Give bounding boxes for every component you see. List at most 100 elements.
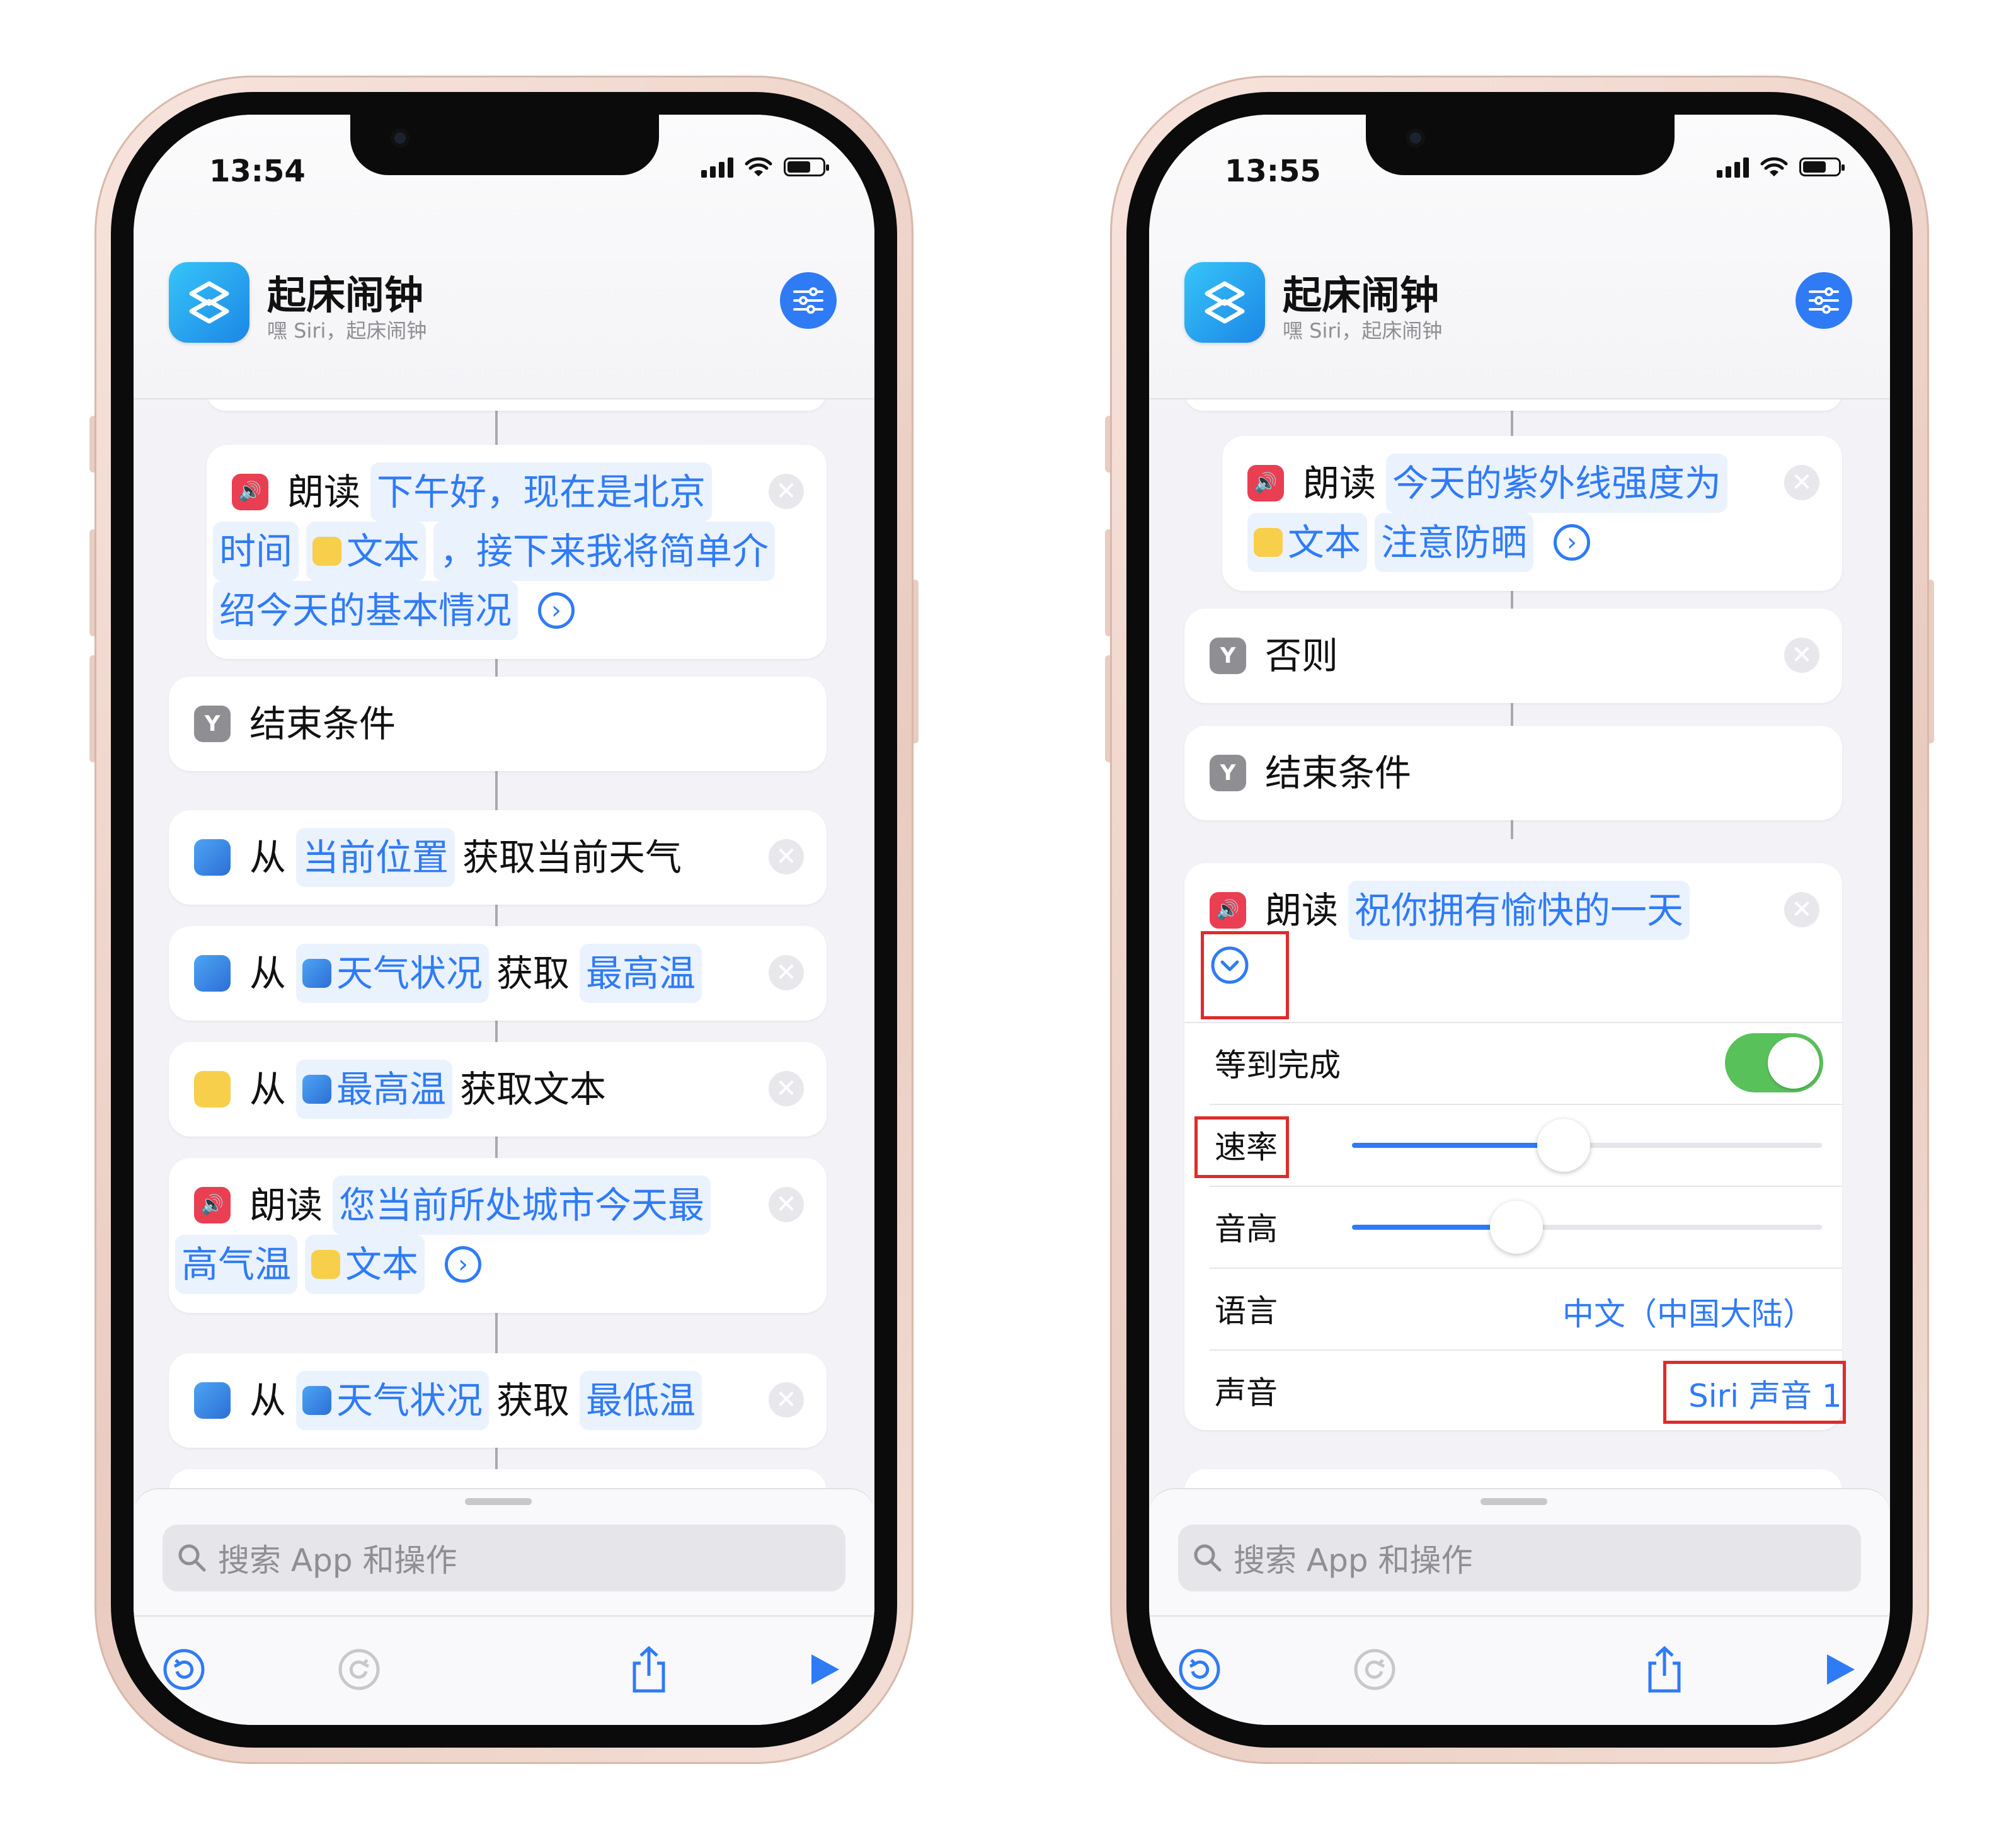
- action-card-get-low[interactable]: 从 天气状况 获取 最低温 ✕: [169, 1353, 827, 1448]
- condition-icon: Y: [1210, 638, 1246, 674]
- action-card-speak-expanded[interactable]: 🔊 朗读 祝你拥有愉快的一天 ✕ 等到完成 速率 音高 语言 中文（中国大陆） …: [1184, 863, 1846, 1430]
- bottom-sheet: 搜索 App 和操作: [1149, 1488, 1890, 1725]
- text-variable-token[interactable]: 文本: [1247, 513, 1368, 572]
- remove-action-icon[interactable]: ✕: [1784, 465, 1819, 500]
- variable-token[interactable]: 天气状况: [296, 1371, 490, 1430]
- variable-label: 最高温: [336, 1068, 447, 1111]
- text-token[interactable]: 绍今天的基本情况: [213, 581, 518, 640]
- pitch-slider[interactable]: [1352, 1201, 1822, 1254]
- voice-label: 声音: [1215, 1375, 1278, 1411]
- text-token[interactable]: 今天的紫外线强度为: [1386, 454, 1728, 513]
- language-row[interactable]: 语言 中文（中国大陆）: [1184, 1268, 1842, 1349]
- action-verb: 从: [249, 1379, 287, 1422]
- action-text: 获取: [496, 1379, 570, 1422]
- action-card-otherwise[interactable]: Y 否则 ✕: [1184, 609, 1842, 703]
- weather-icon: [194, 839, 231, 876]
- rate-slider[interactable]: [1352, 1119, 1822, 1172]
- condition-icon: Y: [194, 706, 231, 742]
- pitch-thumb[interactable]: [1490, 1201, 1544, 1254]
- action-card-get-text[interactable]: 从 最高温 获取文本 ✕: [169, 1042, 827, 1137]
- rate-thumb[interactable]: [1537, 1119, 1590, 1172]
- action-card-get-weather[interactable]: 从 当前位置 获取当前天气 ✕: [169, 810, 827, 905]
- text-variable-token[interactable]: 文本: [305, 1235, 425, 1294]
- shortcuts-icon[interactable]: [169, 262, 249, 343]
- wait-toggle[interactable]: [1725, 1033, 1823, 1092]
- redo-icon[interactable]: [1349, 1644, 1400, 1695]
- language-value[interactable]: 中文（中国大陆）: [1562, 1289, 1814, 1334]
- shortcut-subtitle: 嘿 Siri，起床闹钟: [267, 319, 427, 343]
- search-input[interactable]: 搜索 App 和操作: [1178, 1525, 1861, 1591]
- status-icons: [701, 156, 829, 178]
- remove-action-icon[interactable]: ✕: [769, 839, 804, 874]
- condition-icon: Y: [1210, 755, 1246, 791]
- search-placeholder: 搜索 App 和操作: [218, 1542, 457, 1579]
- sheet-grabber[interactable]: [465, 1498, 532, 1505]
- text-variable-token[interactable]: 文本: [306, 522, 427, 581]
- action-card-end-if[interactable]: Y 结束条件: [169, 677, 827, 771]
- search-input[interactable]: 搜索 App 和操作: [163, 1525, 845, 1591]
- sheet-grabber[interactable]: [1480, 1498, 1547, 1505]
- remove-action-icon[interactable]: ✕: [769, 955, 804, 990]
- search-icon: [1194, 1544, 1222, 1572]
- action-label: 否则: [1265, 634, 1339, 677]
- redo-icon[interactable]: [334, 1644, 384, 1695]
- variable-label: 文本: [345, 1243, 419, 1286]
- status-icons: [1717, 156, 1845, 178]
- chevron-right-circle-icon[interactable]: ›: [538, 592, 575, 629]
- variable-token[interactable]: 天气状况: [296, 944, 490, 1003]
- action-card-end-if[interactable]: Y 结束条件: [1184, 726, 1842, 820]
- cellular-signal-icon: [1717, 156, 1749, 178]
- text-token[interactable]: 下午好，现在是北京: [370, 462, 713, 522]
- chevron-right-circle-icon[interactable]: ›: [1554, 524, 1591, 561]
- shortcuts-icon[interactable]: [1184, 262, 1265, 343]
- rate-fill: [1352, 1143, 1564, 1148]
- action-verb: 朗读: [1303, 462, 1377, 505]
- remove-action-icon[interactable]: ✕: [769, 1382, 804, 1418]
- undo-icon[interactable]: [159, 1644, 209, 1695]
- location-token[interactable]: 当前位置: [296, 828, 455, 887]
- action-text: 获取文本: [460, 1068, 607, 1111]
- play-icon[interactable]: [1814, 1644, 1865, 1695]
- remove-action-icon[interactable]: ✕: [769, 474, 804, 509]
- settings-sliders-icon[interactable]: [1796, 272, 1852, 329]
- screen: 13:54 起床闹钟 嘿 Siri，起床闹钟 ✕ 🔊 朗读: [134, 115, 874, 1725]
- phone-left: 13:54 起床闹钟 嘿 Siri，起床闹钟 ✕ 🔊 朗读: [89, 76, 919, 1764]
- text-token[interactable]: 您当前所处城市今天最: [333, 1176, 711, 1235]
- action-card-speak[interactable]: 🔊 朗读 今天的紫外线强度为 文本 注意防晒 › ✕: [1222, 436, 1842, 591]
- remove-action-icon[interactable]: ✕: [769, 1187, 804, 1222]
- field-token[interactable]: 最高温: [580, 944, 702, 1003]
- toolbar-divider: [1149, 1615, 1890, 1617]
- variable-token[interactable]: 最高温: [296, 1060, 453, 1119]
- play-icon[interactable]: [799, 1644, 849, 1695]
- chevron-right-circle-icon[interactable]: ›: [445, 1246, 482, 1283]
- action-verb: 从: [249, 952, 287, 995]
- variable-label: 文本: [1288, 521, 1361, 564]
- share-icon[interactable]: [1639, 1644, 1690, 1695]
- battery-icon: [784, 158, 829, 176]
- remove-action-icon[interactable]: ✕: [1784, 892, 1819, 927]
- notch: [350, 115, 659, 175]
- wait-until-done-row: 等到完成: [1184, 1022, 1842, 1104]
- settings-sliders-icon[interactable]: [780, 272, 837, 329]
- undo-icon[interactable]: [1174, 1644, 1225, 1695]
- action-card-speak[interactable]: 🔊 朗读 您当前所处城市今天最 高气温 文本 › ✕: [169, 1158, 827, 1313]
- remove-action-icon[interactable]: ✕: [1784, 638, 1819, 673]
- action-card-get-high[interactable]: 从 天气状况 获取 最高温 ✕: [169, 926, 827, 1021]
- action-verb: 从: [249, 836, 287, 879]
- text-icon: [194, 1071, 231, 1108]
- text-token[interactable]: 祝你拥有愉快的一天: [1348, 881, 1690, 940]
- shortcut-title[interactable]: 起床闹钟: [1283, 263, 1439, 320]
- text-token[interactable]: 注意防晒: [1375, 513, 1534, 572]
- shortcut-subtitle: 嘿 Siri，起床闹钟: [1283, 319, 1443, 343]
- remove-action-icon[interactable]: ✕: [769, 1071, 804, 1106]
- field-token[interactable]: 最低温: [580, 1371, 702, 1430]
- text-token[interactable]: 高气温: [175, 1235, 298, 1294]
- search-icon: [178, 1544, 206, 1572]
- weather-icon: [302, 1386, 332, 1415]
- shortcut-title[interactable]: 起床闹钟: [267, 263, 423, 320]
- text-token[interactable]: ，接下来我将简单介: [433, 522, 776, 581]
- action-card-speak[interactable]: 🔊 朗读 下午好，现在是北京 时间 文本 ，接下来我将简单介 绍今天的基本情况 …: [207, 445, 827, 659]
- status-time: 13:54: [209, 154, 306, 189]
- text-token[interactable]: 时间: [213, 522, 299, 581]
- share-icon[interactable]: [624, 1644, 674, 1695]
